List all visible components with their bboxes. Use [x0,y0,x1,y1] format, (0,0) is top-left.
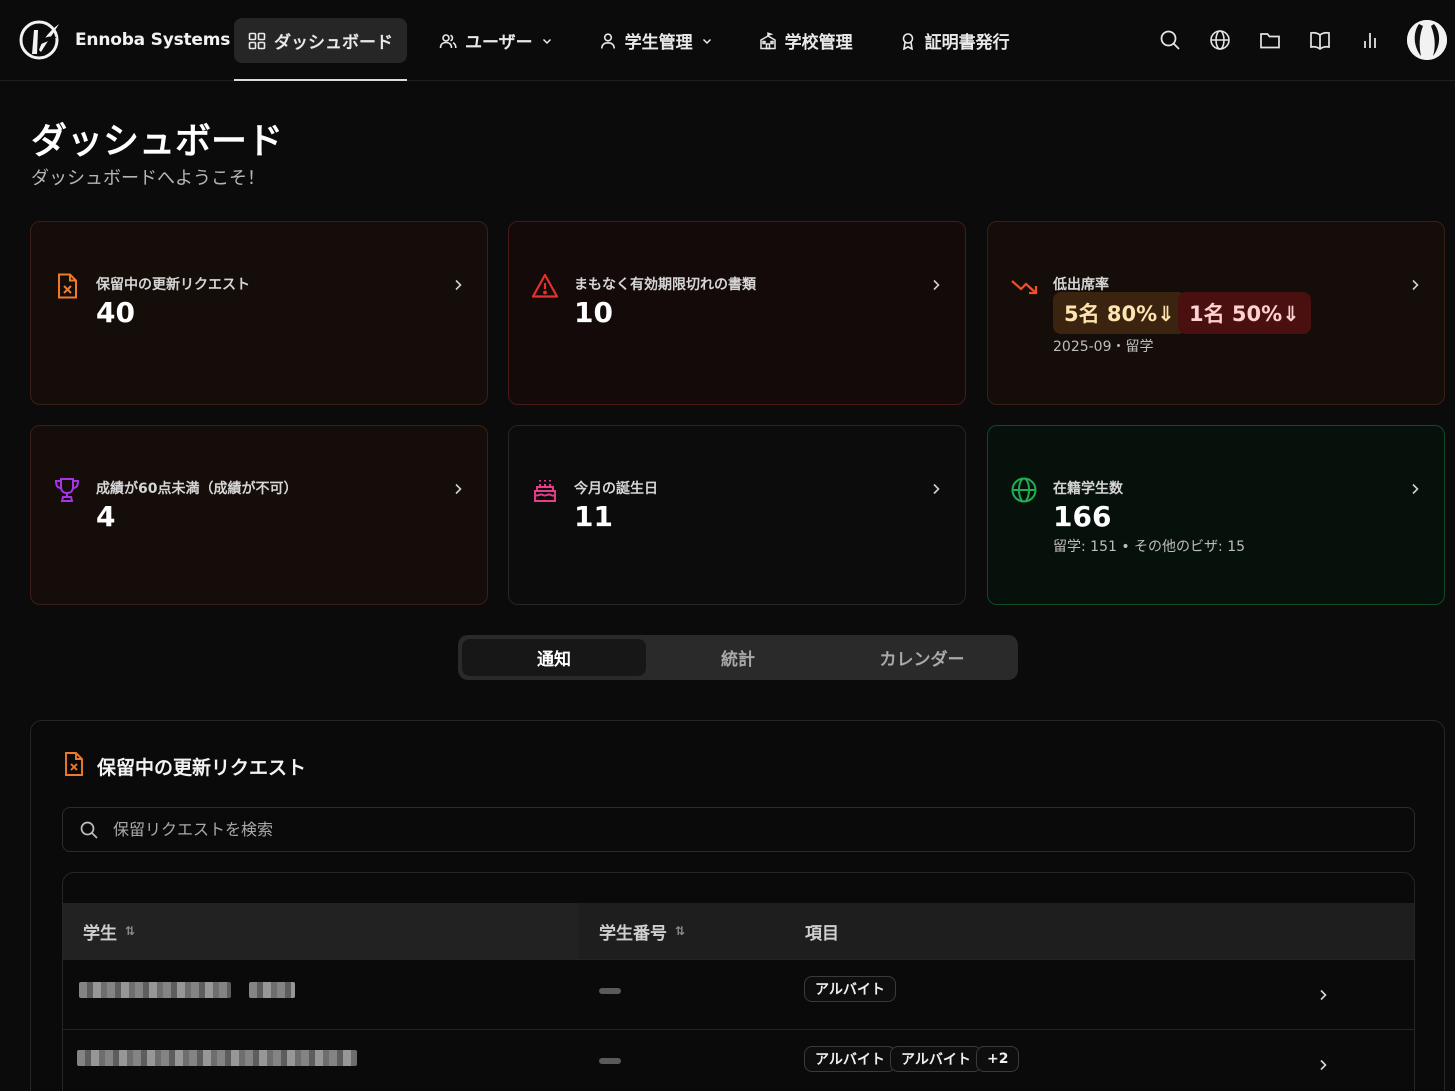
card-low-attendance[interactable]: 低出席率 5名 80%⇓ 1名 50%⇓ 2025-09・留学 [987,221,1445,405]
page-subtitle: ダッシュボードへようこそ！ [31,168,265,189]
bar-chart-icon[interactable] [1359,29,1381,51]
card-enrolled-students[interactable]: 在籍学生数 166 留学: 151 • その他のビザ: 15 [987,425,1445,605]
enrolled-breakdown-note: 留学: 151 • その他のビザ: 15 [1053,539,1246,555]
nav-student-management-label: 学生管理 [624,33,693,53]
tab-statistics[interactable]: 統計 [646,639,830,676]
chevron-down-icon [542,38,551,44]
card-label: 成績が60点未満（成績が不可） [96,481,298,497]
chevron-down-icon [702,38,711,44]
nav-certificate-issuance[interactable]: 証明書発行 [885,18,1024,63]
user-icon [600,32,615,49]
file-x-icon [58,273,77,299]
chevron-right-icon[interactable] [1316,1058,1330,1072]
trending-down-icon [1011,280,1038,295]
nav-student-management[interactable]: 学生管理 [585,18,727,63]
student-name-redacted [77,1050,357,1066]
column-student-number[interactable]: 学生番号 ⇅ [599,903,685,959]
book-icon[interactable] [1309,29,1331,51]
card-value: 40 [96,296,135,329]
pending-requests-panel: 保留中の更新リクエスト 学生 ⇅ 学生番号 ⇅ 項目 アルバイト [30,720,1445,1091]
main-nav: ダッシュボード ユーザー 学生管理 学校管理 証明書発行 [234,18,1042,81]
column-student-label: 学生 [83,923,117,944]
grid-icon [248,32,266,49]
student-name-redacted [249,982,295,998]
card-label: 低出席率 [1053,277,1109,293]
item-tag: アルバイト [804,976,896,1002]
card-label: 今月の誕生日 [574,481,658,497]
card-failing-grades[interactable]: 成績が60点未満（成績が不可） 4 [30,425,488,605]
table-row[interactable]: アルバイト [63,959,1414,1029]
student-number-empty [599,988,621,994]
tab-calendar[interactable]: カレンダー [830,639,1014,676]
globe-icon [1011,477,1037,503]
globe-icon[interactable] [1209,29,1231,51]
column-items-label: 項目 [805,923,839,944]
chevron-right-icon [1412,483,1419,495]
page-title: ダッシュボード [31,121,284,162]
card-pending-requests[interactable]: 保留中の更新リクエスト 40 [30,221,488,405]
sort-icon: ⇅ [125,924,136,938]
card-expiring-documents[interactable]: まもなく有効期限切れの書類 10 [508,221,966,405]
cake-icon [534,480,556,502]
student-number-empty [599,1058,621,1064]
attendance-50-badge: 1名 50%⇓ [1178,292,1311,334]
nav-school-management-label: 学校管理 [784,33,853,53]
nav-dashboard-label: ダッシュボード [274,33,393,53]
search-icon[interactable] [1159,29,1181,51]
top-navigation-bar: Ennoba Systems ダッシュボード ユーザー 学生管理 学校管理 証明… [0,0,1455,81]
attendance-80-badge: 5名 80%⇓ [1053,292,1186,334]
search-input[interactable] [113,808,1393,851]
tab-notifications[interactable]: 通知 [462,639,646,676]
column-items: 項目 [805,903,839,959]
dashboard-tabs: 通知 統計 カレンダー [458,635,1018,680]
search-box [62,807,1415,852]
brand-logo-icon [19,20,59,60]
chevron-right-icon [1412,279,1419,291]
chevron-right-icon [933,483,940,495]
card-value: 4 [96,500,116,533]
item-tag: アルバイト [804,1046,896,1072]
item-tag-more[interactable]: +2 [976,1046,1020,1072]
column-student-number-label: 学生番号 [599,923,667,944]
chevron-right-icon[interactable] [1316,988,1330,1002]
requests-table: 学生 ⇅ 学生番号 ⇅ 項目 アルバイト アルバイト アルバイト +2 [62,872,1415,1091]
search-icon [80,821,98,839]
panel-title: 保留中の更新リクエスト [97,757,307,779]
school-icon [759,31,776,49]
column-student[interactable]: 学生 ⇅ [83,903,135,959]
card-birthdays[interactable]: 今月の誕生日 11 [508,425,966,605]
nav-school-management[interactable]: 学校管理 [745,18,867,63]
card-label: 在籍学生数 [1053,481,1123,497]
award-icon [902,32,913,50]
card-value: 11 [574,500,613,533]
brand[interactable]: Ennoba Systems [19,20,230,60]
nav-users-label: ユーザー [465,33,533,53]
chevron-right-icon [933,279,940,291]
nav-certificate-issuance-label: 証明書発行 [924,33,1010,53]
toolbar [1131,20,1455,60]
trophy-icon [54,478,80,502]
card-value: 166 [1053,500,1112,533]
student-name-redacted [79,982,231,998]
sort-icon: ⇅ [675,924,686,938]
table-row[interactable]: アルバイト アルバイト +2 [63,1029,1414,1091]
folder-icon[interactable] [1259,29,1281,51]
item-tag: アルバイト [890,1046,982,1072]
chevron-right-icon [455,279,462,291]
brand-name: Ennoba Systems [75,30,231,50]
nav-users[interactable]: ユーザー [425,18,567,63]
chevron-right-icon [455,483,462,495]
attendance-period-note: 2025-09・留学 [1053,339,1154,355]
users-icon [439,33,457,48]
card-label: 保留中の更新リクエスト [96,277,250,293]
file-x-icon [65,752,83,776]
avatar-image [1407,20,1447,60]
avatar[interactable] [1407,20,1447,60]
table-header: 学生 ⇅ 学生番号 ⇅ 項目 [63,903,1414,959]
alert-triangle-icon [531,273,559,298]
nav-dashboard[interactable]: ダッシュボード [234,18,407,81]
card-value: 10 [574,296,613,329]
card-label: まもなく有効期限切れの書類 [574,277,756,293]
